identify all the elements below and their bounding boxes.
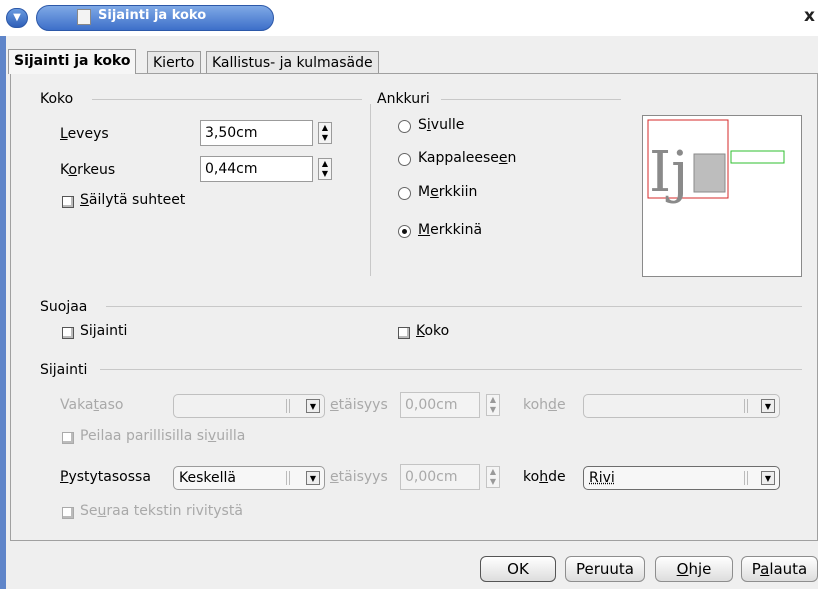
protect-position-label: Sijainti [80,323,128,339]
horizontal-target-grip [744,399,748,413]
anchor-group-label: Ankkuri [377,91,430,107]
anchor-paragraph-radio[interactable] [398,153,411,166]
vertical-target-select[interactable]: Rivi ▼ [583,466,780,490]
anchor-page-label: Sivulle [418,117,465,133]
vertical-target-value: Rivi [589,470,615,486]
vertical-target-label: kohde [523,469,566,485]
anchor-preview: Ij [642,115,802,277]
vertical-distance-field[interactable]: 0,00cm [400,464,480,490]
anchor-char-label: Merkkiin [418,184,478,200]
anchor-paragraph-label: Kappaleeseen [418,150,517,166]
preview-object [693,153,726,193]
size-group-label: Koko [40,91,74,107]
height-label: Korkeus [60,162,116,178]
vertical-arrow-icon: ▼ [306,471,320,485]
size-group-line [92,99,362,100]
preview-graphic: Ij [647,119,785,205]
horizontal-arrow-icon: ▼ [306,399,320,413]
tab-position-size[interactable]: Sijainti ja koko [8,49,137,74]
horizontal-distance-label: etäisyys [330,397,388,413]
tab-slant-corner-radius[interactable]: Kallistus- ja kulmasäde [206,51,379,73]
follow-text-flow-checkbox[interactable] [62,507,74,519]
height-spinner[interactable]: ▲ ▼ [318,158,332,180]
horizontal-distance-field[interactable]: 0,00cm [400,392,480,418]
keep-ratio-checkbox[interactable] [62,196,74,208]
horizontal-select[interactable]: ▼ [173,394,325,418]
preview-anchor-box [730,150,785,164]
window-title: Sijainti ja koko [98,8,207,23]
horizontal-label: Vakataso [60,397,124,413]
vertical-distance-spinner[interactable]: ▲ ▼ [486,466,500,488]
anchor-page-radio[interactable] [398,120,411,133]
ok-button[interactable]: OK [480,556,556,582]
protect-group-line [106,306,802,307]
horizontal-target-select[interactable]: ▼ [583,394,780,418]
vertical-select-value: Keskellä [179,470,236,486]
protect-group-label: Suojaa [40,299,88,315]
horizontal-target-label: kohde [523,397,566,413]
cancel-button[interactable]: Peruuta [565,556,645,582]
tab-rotation[interactable]: Kierto [147,51,201,73]
width-label: Leveys [60,126,109,142]
vertical-distance-label: etäisyys [330,469,388,485]
mirror-checkbox[interactable] [62,432,74,444]
follow-text-flow-label: Seuraa tekstin rivitystä [80,503,243,519]
anchor-as-char-radio[interactable] [398,225,411,238]
anchor-char-radio[interactable] [398,187,411,200]
height-field[interactable]: 0,44cm [200,156,313,182]
horizontal-distance-spinner[interactable]: ▲ ▼ [486,394,500,416]
horizontal-grip [286,399,290,413]
position-group-label: Sijainti [40,362,88,378]
vertical-grip [286,471,290,485]
help-button[interactable]: Ohje [655,556,733,582]
anchor-as-char-label: Merkkinä [418,222,483,238]
close-button[interactable]: x [804,6,815,26]
keep-ratio-label: Säilytä suhteet [80,192,186,208]
width-field[interactable]: 3,50cm [200,120,313,146]
document-icon [77,9,91,25]
width-spinner[interactable]: ▲ ▼ [318,122,332,144]
position-group-line [100,369,802,370]
reset-button[interactable]: Palauta [741,556,818,582]
preview-text: Ij [649,140,688,205]
protect-position-checkbox[interactable] [62,327,74,339]
vertical-target-arrow-icon: ▼ [761,471,775,485]
anchor-divider [370,104,371,276]
protect-size-checkbox[interactable] [398,327,410,339]
window-menu-button[interactable]: ▼ [6,8,28,28]
mirror-label: Peilaa parillisilla sivuilla [80,428,246,444]
anchor-group-line [441,99,621,100]
vertical-label: Pystytasossa [60,469,151,485]
horizontal-target-arrow-icon: ▼ [761,399,775,413]
vertical-select[interactable]: Keskellä ▼ [173,466,325,490]
vertical-target-grip [744,471,748,485]
protect-size-label: Koko [416,323,450,339]
